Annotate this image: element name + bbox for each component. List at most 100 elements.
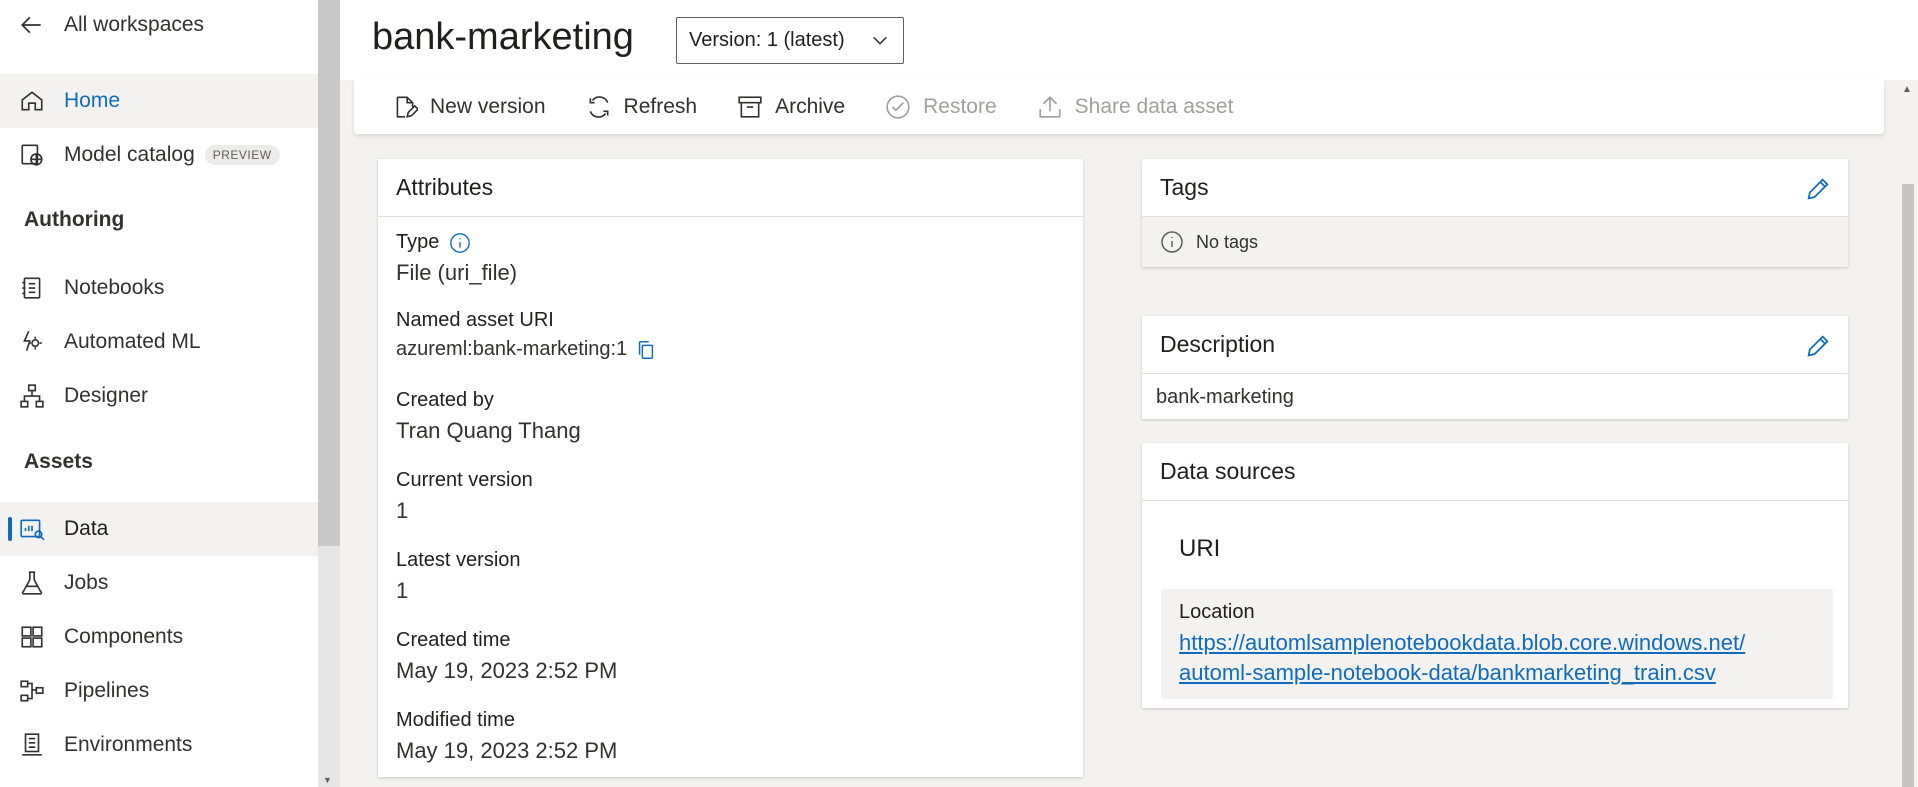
- attributes-card: Attributes Type File (uri_file) Named as…: [378, 159, 1083, 777]
- archive-icon: [738, 96, 762, 118]
- latest-version-value: 1: [396, 578, 409, 603]
- chevron-down-icon: [869, 29, 891, 57]
- latest-version-attribute: Latest version 1: [396, 549, 521, 604]
- description-text: bank-marketing: [1156, 386, 1294, 408]
- data-sources-card: Data sources URI Location https://automl…: [1142, 443, 1848, 708]
- notebook-icon: [0, 275, 64, 301]
- data-sources-heading: Data sources: [1142, 443, 1848, 501]
- main-scrollbar-thumb[interactable]: [1902, 184, 1914, 787]
- check-circle-icon: [886, 95, 910, 119]
- named-asset-uri-label: Named asset URI: [396, 309, 554, 331]
- sidebar-item-notebooks[interactable]: Notebooks: [0, 261, 318, 315]
- copy-icon[interactable]: [635, 339, 657, 361]
- all-workspaces-link[interactable]: All workspaces: [0, 0, 318, 50]
- restore-button[interactable]: Restore: [885, 94, 997, 120]
- sidebar-item-environments[interactable]: Environments: [0, 718, 318, 772]
- pipelines-icon: [0, 678, 64, 704]
- sidebar-item-jobs[interactable]: Jobs: [0, 556, 318, 610]
- preview-badge: PREVIEW: [204, 145, 280, 165]
- archive-button[interactable]: Archive: [737, 94, 845, 120]
- location-link-line1: https://automlsamplenotebookdata.blob.co…: [1179, 630, 1746, 655]
- edit-page-icon: [396, 96, 418, 118]
- tags-empty-message: No tags: [1142, 217, 1848, 267]
- scroll-down-arrow-icon[interactable]: ▼: [323, 775, 332, 785]
- version-dropdown-value: Version: 1 (latest): [689, 29, 845, 51]
- automated-ml-icon: [0, 329, 64, 355]
- latest-version-label: Latest version: [396, 549, 521, 571]
- uri-heading: URI: [1179, 535, 1221, 562]
- sidebar-item-label: Environments: [64, 733, 193, 756]
- type-attribute: Type File (uri_file): [396, 231, 517, 286]
- sidebar-item-components[interactable]: Components: [0, 610, 318, 664]
- main-content: bank-marketing Version: 1 (latest) New v…: [340, 0, 1918, 787]
- location-link[interactable]: https://automlsamplenotebookdata.blob.co…: [1179, 628, 1815, 688]
- new-version-label: New version: [430, 95, 546, 118]
- modified-time-label: Modified time: [396, 709, 515, 731]
- modified-time-value: May 19, 2023 2:52 PM: [396, 738, 618, 763]
- sidebar-item-model-catalog[interactable]: Model catalog PREVIEW: [0, 128, 318, 182]
- tags-card: Tags No tags: [1142, 159, 1848, 267]
- current-version-value: 1: [396, 498, 409, 523]
- type-value: File (uri_file): [396, 260, 518, 285]
- environments-icon: [0, 732, 64, 758]
- current-version-label: Current version: [396, 469, 533, 491]
- current-version-attribute: Current version 1: [396, 469, 533, 524]
- active-indicator: [8, 517, 12, 541]
- modified-time-attribute: Modified time May 19, 2023 2:52 PM: [396, 709, 617, 764]
- created-time-value: May 19, 2023 2:52 PM: [396, 658, 618, 683]
- attributes-heading: Attributes: [378, 159, 1083, 217]
- sidebar-item-label: Home: [64, 89, 121, 112]
- type-label: Type: [396, 231, 440, 253]
- version-dropdown[interactable]: Version: 1 (latest): [676, 17, 904, 64]
- sidebar-item-label: Notebooks: [64, 276, 165, 299]
- sidebar-item-label: Pipelines: [64, 679, 150, 702]
- sidebar-scrollbar[interactable]: ▼: [318, 0, 340, 787]
- location-link-line2: automl-sample-notebook-data/bankmarketin…: [1179, 660, 1716, 685]
- main-scrollbar[interactable]: ▲: [1898, 80, 1918, 787]
- sidebar-item-label: Automated ML: [64, 330, 201, 353]
- created-by-attribute: Created by Tran Quang Thang: [396, 389, 581, 444]
- sidebar-item-label: Components: [64, 625, 184, 648]
- created-by-value: Tran Quang Thang: [396, 418, 581, 443]
- sidebar-item-home[interactable]: Home: [0, 74, 318, 128]
- refresh-icon: [589, 96, 609, 118]
- refresh-button[interactable]: Refresh: [586, 94, 697, 120]
- share-data-asset-button[interactable]: Share data asset: [1037, 94, 1234, 120]
- all-workspaces-label: All workspaces: [64, 13, 205, 36]
- section-authoring: Authoring: [24, 208, 125, 231]
- created-by-label: Created by: [396, 389, 494, 411]
- section-assets: Assets: [24, 450, 93, 473]
- info-icon[interactable]: [449, 232, 471, 254]
- tags-header: Tags: [1142, 159, 1848, 217]
- no-tags-text: No tags: [1196, 231, 1259, 252]
- edit-pencil-icon[interactable]: [1804, 332, 1832, 360]
- named-asset-uri-attribute: Named asset URI azureml:bank-marketing:1: [396, 309, 657, 361]
- description-header: Description: [1142, 316, 1848, 374]
- sidebar-item-designer[interactable]: Designer: [0, 369, 318, 423]
- sidebar-item-label: Designer: [64, 384, 149, 407]
- sidebar-item-pipelines[interactable]: Pipelines: [0, 664, 318, 718]
- title-bar: bank-marketing Version: 1 (latest): [340, 0, 1918, 80]
- description-heading: Description: [1160, 331, 1276, 357]
- sidebar-item-data[interactable]: Data: [0, 502, 318, 556]
- sidebar-item-label: Jobs: [64, 571, 109, 594]
- archive-label: Archive: [775, 95, 846, 118]
- edit-pencil-icon[interactable]: [1804, 175, 1832, 203]
- named-asset-uri-value: azureml:bank-marketing:1: [396, 338, 628, 360]
- sidebar-scrollbar-thumb[interactable]: [318, 0, 340, 546]
- created-time-attribute: Created time May 19, 2023 2:52 PM: [396, 629, 617, 684]
- sidebar-item-label: Model catalog: [64, 143, 195, 166]
- sidebar-item-label: Data: [64, 517, 109, 540]
- new-version-button[interactable]: New version: [392, 94, 546, 120]
- model-catalog-icon: [0, 142, 64, 168]
- back-arrow-icon: [0, 12, 64, 38]
- share-icon: [1039, 96, 1061, 118]
- components-icon: [0, 624, 64, 650]
- share-data-asset-label: Share data asset: [1074, 95, 1234, 118]
- scroll-up-arrow-icon[interactable]: ▲: [1902, 84, 1912, 95]
- sidebar-item-automated-ml[interactable]: Automated ML: [0, 315, 318, 369]
- created-time-label: Created time: [396, 629, 511, 651]
- description-card: Description bank-marketing: [1142, 316, 1848, 419]
- flask-icon: [0, 570, 64, 596]
- location-label: Location: [1179, 601, 1255, 623]
